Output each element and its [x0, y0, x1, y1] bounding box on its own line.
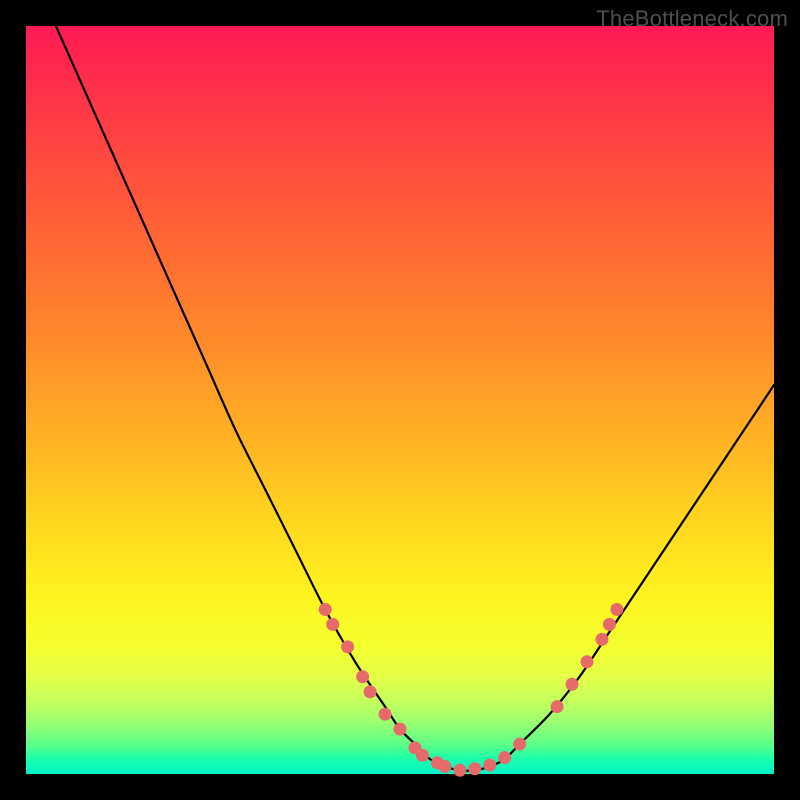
highlight-dots [319, 603, 624, 777]
highlight-dot [394, 723, 407, 736]
highlight-dot [513, 738, 526, 751]
highlight-dot [610, 603, 623, 616]
highlight-dot [483, 759, 496, 772]
highlight-dot [416, 749, 429, 762]
highlight-dot [326, 618, 339, 631]
curve-layer [26, 26, 774, 774]
highlight-dot [595, 633, 608, 646]
highlight-dot [603, 618, 616, 631]
highlight-dot [498, 751, 511, 764]
highlight-dot [453, 764, 466, 777]
highlight-dot [356, 670, 369, 683]
highlight-dot [319, 603, 332, 616]
highlight-dot [438, 760, 451, 773]
highlight-dot [379, 708, 392, 721]
plot-area [26, 26, 774, 774]
highlight-dot [341, 640, 354, 653]
highlight-dot [468, 762, 481, 775]
highlight-dot [581, 655, 594, 668]
highlight-dot [566, 678, 579, 691]
highlight-dot [551, 700, 564, 713]
bottleneck-curve [56, 26, 774, 771]
watermark-text: TheBottleneck.com [596, 6, 788, 32]
chart-frame: TheBottleneck.com [0, 0, 800, 800]
highlight-dot [364, 685, 377, 698]
